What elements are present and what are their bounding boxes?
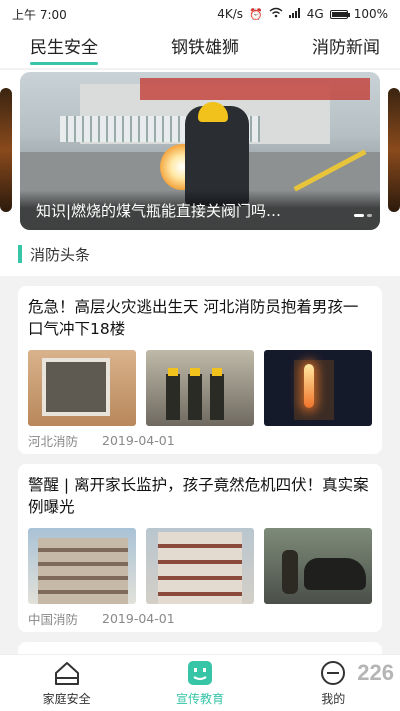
tab-xiaofang-xinwen[interactable]: 消防新闻 xyxy=(312,28,380,68)
banner-dot xyxy=(354,214,364,217)
news-thumbnail xyxy=(28,528,136,604)
tab-minsheng-anquan[interactable]: 民生安全 xyxy=(30,28,98,68)
house-icon xyxy=(54,662,79,685)
banner-next-card[interactable] xyxy=(388,88,400,212)
battery-icon xyxy=(329,9,350,19)
watermark-logo: 226 xyxy=(357,660,394,685)
section-header: 消防头条 xyxy=(0,232,400,276)
news-card[interactable]: 警醒 | 离开家长监护，孩子竟然危机四伏！真实案例曝光 中国消防 2019-04… xyxy=(18,464,382,632)
signal-icon xyxy=(288,7,301,21)
nav-label: 我的 xyxy=(321,692,346,706)
news-thumbnail xyxy=(264,528,372,604)
news-images xyxy=(28,350,372,426)
network-speed: 4K/s xyxy=(217,7,244,21)
banner-caption-text: 知识|燃烧的煤气瓶能直接关阀门吗… xyxy=(36,201,282,220)
news-date: 2019-04-01 xyxy=(102,610,175,626)
news-thumbnail xyxy=(264,350,372,426)
banner-slide[interactable]: 知识|燃烧的煤气瓶能直接关阀门吗… xyxy=(20,72,380,230)
section-title: 消防头条 xyxy=(30,245,91,264)
news-source: 中国消防 xyxy=(28,611,79,627)
news-meta: 河北消防 2019-04-01 xyxy=(28,426,372,454)
profile-icon xyxy=(321,661,346,685)
alarm-icon: ⏰ xyxy=(249,7,263,21)
nav-home-safety[interactable]: 家庭安全 xyxy=(17,659,117,707)
news-images xyxy=(28,528,372,604)
smiley-icon xyxy=(187,661,212,685)
news-meta: 中国消防 2019-04-01 xyxy=(28,604,372,632)
battery-percent: 100% xyxy=(353,7,388,21)
network-type: 4G xyxy=(306,7,324,21)
banner-pagination xyxy=(354,214,372,217)
nav-label: 家庭安全 xyxy=(42,692,91,706)
status-bar: 上午 7:00 4K/s ⏰ 4G 100% xyxy=(0,0,400,28)
banner-caption: 知识|燃烧的煤气瓶能直接关阀门吗… xyxy=(20,190,380,230)
news-title: 危急！高层火灾逃出生天 河北消防员抱着男孩一口气冲下18楼 xyxy=(28,298,359,338)
tab-gangtie-xiongshi[interactable]: 钢铁雄狮 xyxy=(171,28,239,68)
banner-prev-card[interactable] xyxy=(0,88,12,212)
bottom-nav: 家庭安全 宣传教育 我的 xyxy=(0,654,400,711)
news-date: 2019-04-01 xyxy=(102,432,175,448)
banner-carousel: 知识|燃烧的煤气瓶能直接关阀门吗… xyxy=(0,70,400,232)
news-card[interactable] xyxy=(18,642,382,654)
news-thumbnail xyxy=(28,350,136,426)
news-source: 河北消防 xyxy=(28,433,79,449)
news-thumbnail xyxy=(146,350,254,426)
news-title: 警醒 | 离开家长监护，孩子竟然危机四伏！真实案例曝光 xyxy=(28,476,369,516)
nav-education[interactable]: 宣传教育 xyxy=(150,659,250,707)
news-card[interactable]: 危急！高层火灾逃出生天 河北消防员抱着男孩一口气冲下18楼 河北消防 2019-… xyxy=(18,286,382,454)
section-accent-bar xyxy=(18,245,22,263)
status-time: 上午 7:00 xyxy=(12,7,67,22)
top-tabs: 民生安全 钢铁雄狮 消防新闻 xyxy=(0,28,400,68)
nav-label: 宣传教育 xyxy=(175,692,224,706)
news-list: 危急！高层火灾逃出生天 河北消防员抱着男孩一口气冲下18楼 河北消防 2019-… xyxy=(0,276,400,654)
wifi-icon xyxy=(269,7,283,21)
status-indicators: 4K/s ⏰ 4G 100% xyxy=(217,7,388,21)
banner-dot xyxy=(367,214,372,217)
news-thumbnail xyxy=(146,528,254,604)
